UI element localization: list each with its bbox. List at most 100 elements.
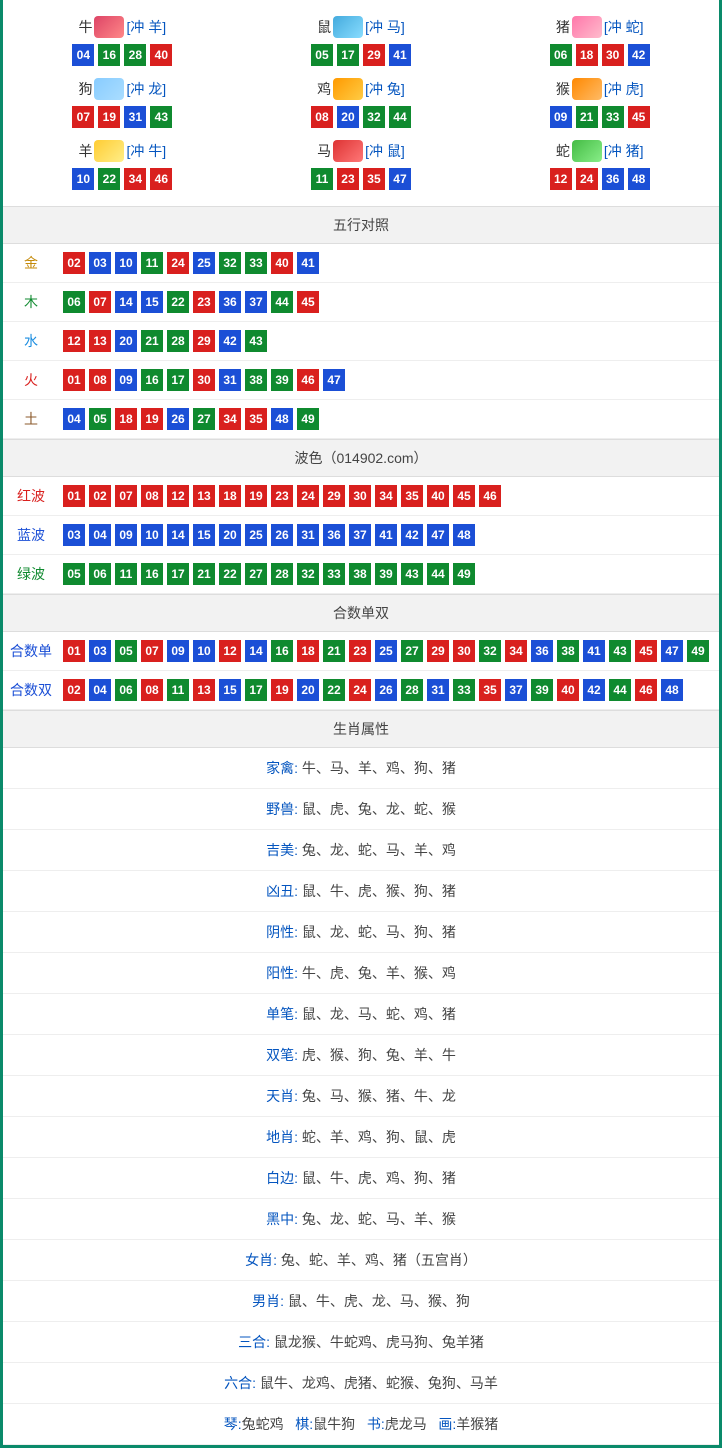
number-ball: 11 [115, 563, 137, 585]
attr-key: 阴性: [266, 924, 298, 940]
four-val: 羊猴猪 [456, 1416, 498, 1432]
table-row: 绿波05061116172122272832333839434449 [3, 555, 719, 594]
number-ball: 36 [323, 524, 345, 546]
attr-val: 蛇、羊、鸡、狗、鼠、虎 [302, 1129, 456, 1145]
number-ball: 33 [453, 679, 475, 701]
number-ball: 06 [63, 291, 85, 313]
number-ball: 39 [531, 679, 553, 701]
number-ball: 37 [505, 679, 527, 701]
number-ball: 21 [323, 640, 345, 662]
row-balls: 1213202128294243 [59, 330, 267, 352]
number-ball: 17 [245, 679, 267, 701]
four-val: 虎龙马 [385, 1416, 427, 1432]
zodiac-icon [94, 78, 124, 100]
attr-val: 兔、龙、蛇、马、羊、猴 [302, 1211, 456, 1227]
zodiac-numbers: 08203244 [311, 106, 411, 128]
number-ball: 44 [271, 291, 293, 313]
attr-val: 虎、猴、狗、兔、羊、牛 [302, 1047, 456, 1063]
number-ball: 34 [219, 408, 241, 430]
number-ball: 43 [150, 106, 172, 128]
table-row: 金02031011242532334041 [3, 244, 719, 283]
zodiac-name: 鸡 [317, 79, 331, 99]
number-ball: 38 [557, 640, 579, 662]
number-ball: 13 [193, 679, 215, 701]
number-ball: 05 [115, 640, 137, 662]
number-ball: 36 [219, 291, 241, 313]
number-ball: 32 [219, 252, 241, 274]
number-ball: 42 [219, 330, 241, 352]
attr-row: 家禽: 牛、马、羊、鸡、狗、猪 [3, 748, 719, 789]
number-ball: 11 [311, 168, 333, 190]
number-ball: 46 [635, 679, 657, 701]
number-ball: 25 [245, 524, 267, 546]
shuxing-table: 家禽: 牛、马、羊、鸡、狗、猪野兽: 鼠、虎、兔、龙、蛇、猴吉美: 兔、龙、蛇、… [3, 748, 719, 1445]
number-ball: 08 [89, 369, 111, 391]
zodiac-numbers: 06183042 [550, 44, 650, 66]
zodiac-icon [94, 140, 124, 162]
number-ball: 47 [427, 524, 449, 546]
number-ball: 21 [193, 563, 215, 585]
number-ball: 45 [297, 291, 319, 313]
attr-val: 鼠、牛、虎、龙、马、猴、狗 [288, 1293, 470, 1309]
row-balls: 04051819262734354849 [59, 408, 319, 430]
number-ball: 39 [375, 563, 397, 585]
number-ball: 20 [219, 524, 241, 546]
row-label: 金 [3, 253, 59, 273]
zodiac-numbers: 12243648 [550, 168, 650, 190]
number-ball: 40 [271, 252, 293, 274]
zodiac-cell: 狗[冲 龙]07193143 [3, 72, 242, 134]
table-row: 红波0102070812131819232429303435404546 [3, 477, 719, 516]
row-label: 合数单 [3, 641, 59, 661]
number-ball: 47 [323, 369, 345, 391]
section-header-wuxing: 五行对照 [3, 206, 719, 244]
number-ball: 35 [479, 679, 501, 701]
attr-row: 阴性: 鼠、龙、蛇、马、狗、猪 [3, 912, 719, 953]
zodiac-conflict: [冲 蛇] [604, 17, 644, 37]
number-ball: 41 [375, 524, 397, 546]
number-ball: 06 [115, 679, 137, 701]
number-ball: 29 [427, 640, 449, 662]
table-row: 木06071415222336374445 [3, 283, 719, 322]
attr-val: 兔、龙、蛇、马、羊、鸡 [302, 842, 456, 858]
number-ball: 09 [167, 640, 189, 662]
number-ball: 28 [401, 679, 423, 701]
number-ball: 06 [550, 44, 572, 66]
number-ball: 48 [628, 168, 650, 190]
attr-val: 牛、马、羊、鸡、狗、猪 [302, 760, 456, 776]
attr-key: 阳性: [266, 965, 298, 981]
zodiac-conflict: [冲 马] [365, 17, 405, 37]
number-ball: 19 [141, 408, 163, 430]
attr-row: 三合: 鼠龙猴、牛蛇鸡、虎马狗、兔羊猪 [3, 1322, 719, 1363]
number-ball: 36 [602, 168, 624, 190]
attr-key: 六合: [224, 1375, 256, 1391]
zodiac-conflict: [冲 鼠] [365, 141, 405, 161]
attr-row: 阳性: 牛、虎、兔、羊、猴、鸡 [3, 953, 719, 994]
number-ball: 16 [98, 44, 120, 66]
attr-row: 单笔: 鼠、龙、马、蛇、鸡、猪 [3, 994, 719, 1035]
zodiac-cell: 蛇[冲 猪]12243648 [480, 134, 719, 196]
number-ball: 16 [271, 640, 293, 662]
attr-row: 凶丑: 鼠、牛、虎、猴、狗、猪 [3, 871, 719, 912]
number-ball: 23 [337, 168, 359, 190]
zodiac-name: 蛇 [556, 141, 570, 161]
number-ball: 20 [337, 106, 359, 128]
number-ball: 45 [453, 485, 475, 507]
number-ball: 23 [271, 485, 293, 507]
zodiac-icon [572, 140, 602, 162]
number-ball: 01 [63, 369, 85, 391]
number-ball: 20 [297, 679, 319, 701]
number-ball: 28 [271, 563, 293, 585]
number-ball: 02 [63, 252, 85, 274]
number-ball: 24 [349, 679, 371, 701]
attr-val: 牛、虎、兔、羊、猴、鸡 [302, 965, 456, 981]
zodiac-cell: 牛[冲 羊]04162840 [3, 10, 242, 72]
attr-row: 男肖: 鼠、牛、虎、龙、马、猴、狗 [3, 1281, 719, 1322]
number-ball: 32 [297, 563, 319, 585]
attr-row: 六合: 鼠牛、龙鸡、虎猪、蛇猴、兔狗、马羊 [3, 1363, 719, 1404]
section-header-shuxing: 生肖属性 [3, 710, 719, 748]
number-ball: 30 [602, 44, 624, 66]
number-ball: 26 [375, 679, 397, 701]
four-val: 兔蛇鸡 [242, 1416, 284, 1432]
zodiac-icon [572, 16, 602, 38]
number-ball: 35 [245, 408, 267, 430]
